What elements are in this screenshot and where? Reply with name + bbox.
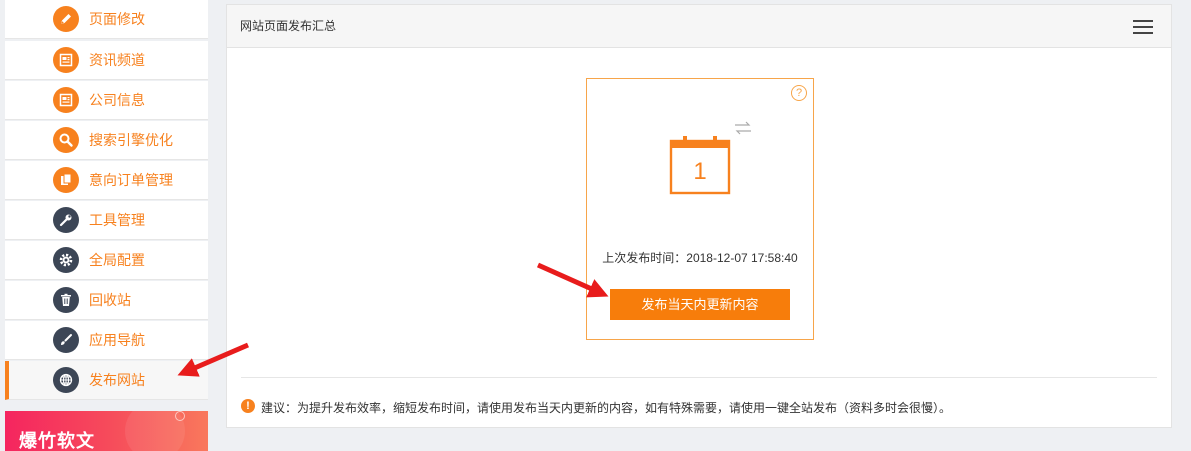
- promo-text: 爆竹软文: [19, 431, 95, 451]
- pencil-icon: [53, 6, 79, 32]
- sync-icon: [735, 121, 751, 135]
- sidebar-item-publish-site[interactable]: 发布网站: [5, 361, 208, 400]
- sidebar-item-label: 搜索引擎优化: [89, 132, 173, 148]
- sidebar-item-seo[interactable]: 搜索引擎优化: [5, 121, 208, 160]
- publish-tip: 建议：为提升发布效率，缩短发布时间，请使用发布当天内更新的内容，如有特殊需要，请…: [261, 401, 952, 415]
- sidebar-item-label: 公司信息: [89, 92, 145, 108]
- last-publish-time: 上次发布时间：2018-12-07 17:58:40: [602, 251, 798, 265]
- sidebar-item-label: 页面修改: [89, 11, 145, 27]
- sidebar-item-tool-management[interactable]: 工具管理: [5, 201, 208, 240]
- wrench-icon: [53, 207, 79, 233]
- search-icon: [53, 127, 79, 153]
- sidebar-item-label: 资讯频道: [89, 52, 145, 68]
- sidebar-item-company-info[interactable]: 公司信息: [5, 81, 208, 120]
- publish-card: ? 1 上次发布时间：2018-12-07 17:58:40 发布当天内更新内容: [586, 78, 814, 340]
- hamburger-menu-icon[interactable]: [1133, 20, 1153, 34]
- publish-today-button[interactable]: 发布当天内更新内容: [610, 289, 790, 320]
- trash-icon: [53, 287, 79, 313]
- sidebar-item-recycle-bin[interactable]: 回收站: [5, 281, 208, 320]
- promo-banner[interactable]: 爆竹软文: [5, 411, 208, 451]
- panel-header: 网站页面发布汇总: [227, 5, 1171, 48]
- sidebar-item-app-navigation[interactable]: 应用导航: [5, 321, 208, 360]
- sidebar-item-label: 回收站: [89, 292, 131, 308]
- calendar-day: 1: [693, 158, 706, 185]
- sidebar-item-label: 发布网站: [89, 372, 145, 388]
- sidebar-item-label: 应用导航: [89, 332, 145, 348]
- company-info-icon: [53, 87, 79, 113]
- sidebar-item-page-edit[interactable]: 页面修改: [5, 0, 208, 39]
- calendar-icon: 1: [669, 136, 731, 195]
- divider: [241, 377, 1157, 378]
- news-icon: [53, 47, 79, 73]
- sidebar: 页面修改 资讯频道 公司信息 搜索引擎优化 意向订单管理 工具管理 全局配置 回…: [5, 0, 208, 451]
- page-title: 网站页面发布汇总: [240, 19, 337, 33]
- sidebar-item-label: 意向订单管理: [89, 172, 173, 188]
- help-icon[interactable]: ?: [791, 85, 807, 101]
- sidebar-item-news-channel[interactable]: 资讯频道: [5, 41, 208, 80]
- promo-decoration: [175, 411, 185, 421]
- globe-icon: [53, 367, 79, 393]
- gear-icon: [53, 247, 79, 273]
- sidebar-item-label: 全局配置: [89, 252, 145, 268]
- order-icon: [53, 167, 79, 193]
- publish-summary-panel: 网站页面发布汇总 ? 1 上次发布时间：2018-12-07 17:58:40 …: [226, 4, 1172, 428]
- sidebar-item-order-management[interactable]: 意向订单管理: [5, 161, 208, 200]
- sidebar-item-label: 工具管理: [89, 212, 145, 228]
- warning-icon: !: [241, 399, 255, 413]
- brush-icon: [53, 327, 79, 353]
- sidebar-item-global-config[interactable]: 全局配置: [5, 241, 208, 280]
